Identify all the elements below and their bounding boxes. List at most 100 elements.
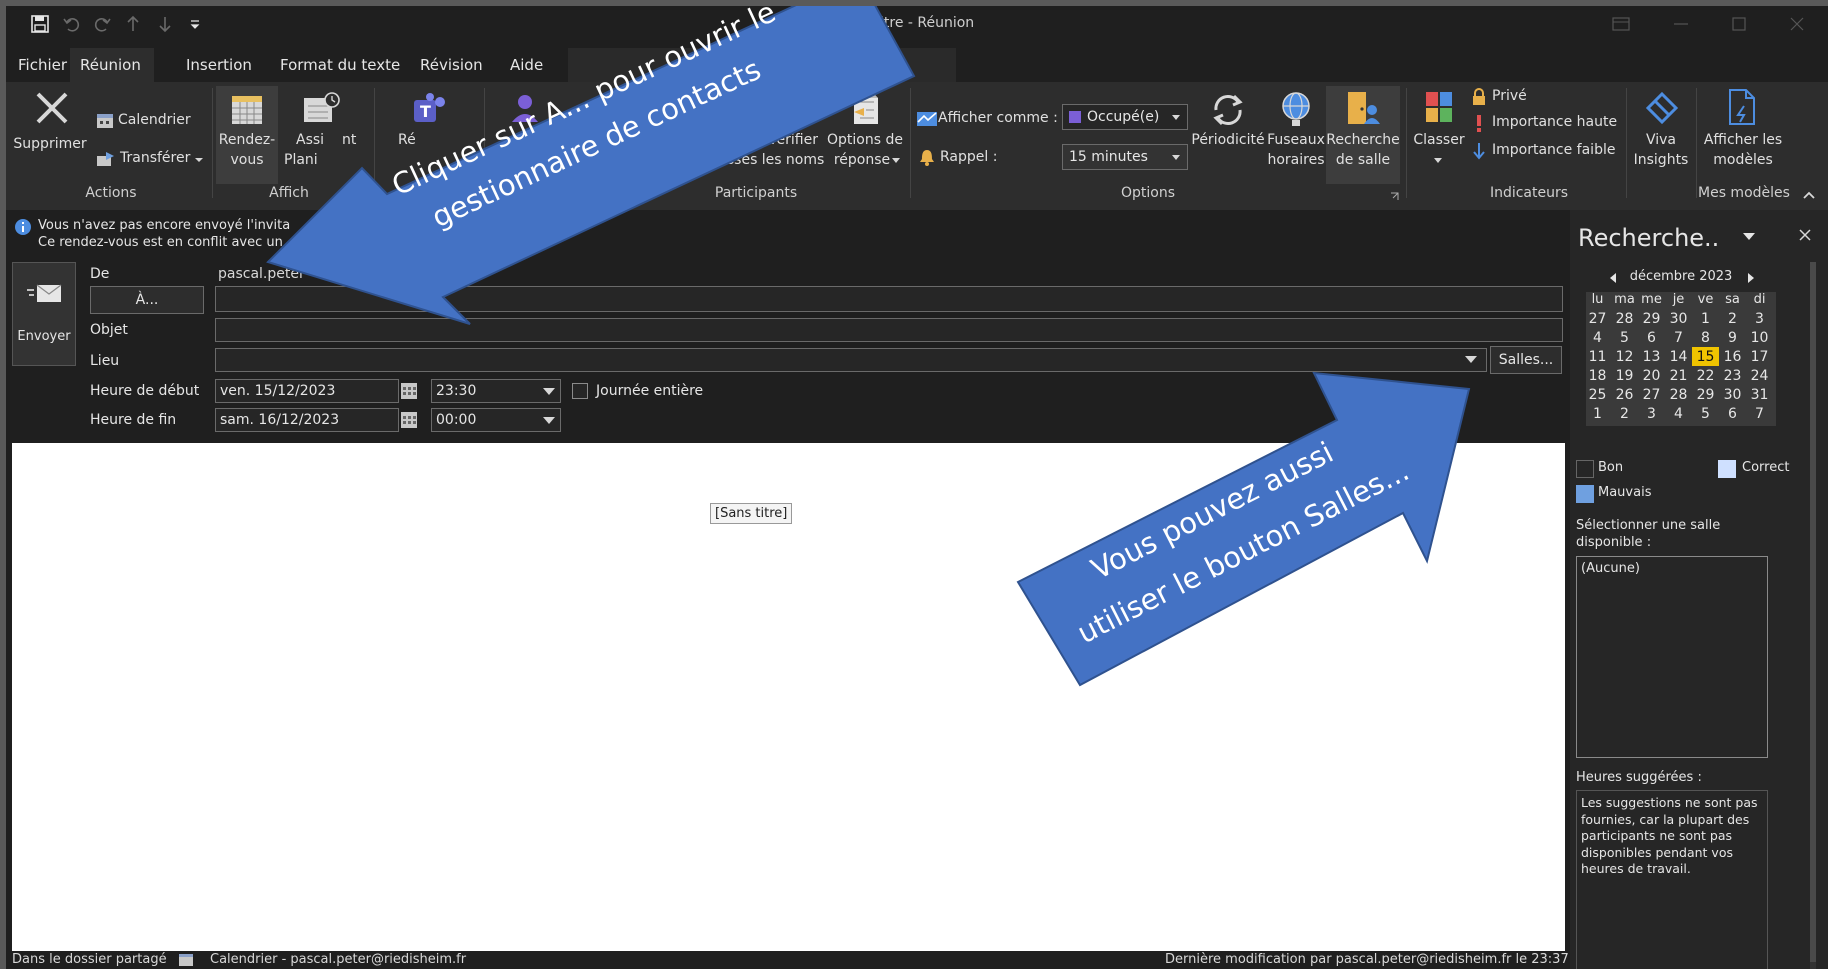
tab-format-du-texte[interactable]: Format du texte bbox=[270, 48, 410, 82]
calendar-day[interactable]: 21 bbox=[1665, 366, 1692, 385]
tab-insertion[interactable]: Insertion bbox=[176, 48, 262, 82]
all-day-checkbox[interactable] bbox=[572, 383, 588, 399]
calendar-day[interactable]: 2 bbox=[1611, 404, 1638, 423]
calendar-day[interactable]: 20 bbox=[1638, 366, 1665, 385]
from-value[interactable]: pascal.peter bbox=[218, 266, 305, 282]
classify-button[interactable]: Classer bbox=[1410, 86, 1468, 184]
next-month-icon[interactable] bbox=[1746, 272, 1756, 284]
tab-revision[interactable]: Révision bbox=[410, 48, 493, 82]
calendar-day[interactable]: 9 bbox=[1719, 328, 1746, 347]
prev-month-icon[interactable] bbox=[1608, 272, 1618, 284]
show-as-select[interactable]: Occupé(e) bbox=[1062, 104, 1188, 130]
to-button[interactable]: À... bbox=[90, 286, 204, 314]
calendar-day[interactable]: 3 bbox=[1638, 404, 1665, 423]
calendar-day[interactable]: 26 bbox=[1611, 385, 1638, 404]
subject-field[interactable] bbox=[215, 318, 1563, 342]
show-templates-button[interactable]: Afficher les modèles bbox=[1700, 86, 1786, 184]
calendar-day[interactable]: 28 bbox=[1665, 385, 1692, 404]
end-date-picker-icon[interactable] bbox=[400, 411, 418, 429]
minimize-icon[interactable] bbox=[1672, 16, 1690, 32]
close-window-icon[interactable] bbox=[1788, 16, 1806, 32]
calendar-day[interactable]: 24 bbox=[1746, 366, 1773, 385]
appointment-view-button[interactable]: Rendez- vous bbox=[216, 86, 278, 184]
pane-scrollbar[interactable] bbox=[1810, 262, 1816, 969]
calendar-day[interactable]: 31 bbox=[1746, 385, 1773, 404]
location-dropdown-icon[interactable] bbox=[1464, 355, 1478, 365]
room-list[interactable]: (Aucune) bbox=[1576, 556, 1768, 758]
calendar-day[interactable]: 7 bbox=[1665, 328, 1692, 347]
time-zones-button[interactable]: Fuseaux horaires bbox=[1266, 86, 1326, 184]
high-importance-button[interactable]: Importance haute bbox=[1470, 112, 1622, 134]
calendar-day[interactable]: 30 bbox=[1719, 385, 1746, 404]
calendar-day[interactable]: 27 bbox=[1584, 309, 1611, 328]
calendar-day[interactable]: 18 bbox=[1584, 366, 1611, 385]
redo-icon[interactable] bbox=[92, 14, 112, 34]
ribbon-display-icon[interactable] bbox=[1612, 16, 1630, 32]
calendar-day[interactable]: 25 bbox=[1584, 385, 1611, 404]
arrow-down-icon[interactable] bbox=[156, 14, 174, 34]
calendar-day[interactable]: 10 bbox=[1746, 328, 1773, 347]
response-options-button[interactable]: Options de réponse bbox=[826, 86, 904, 184]
calendar-day[interactable]: 8 bbox=[1692, 328, 1719, 347]
calendar-day[interactable]: 13 bbox=[1638, 347, 1665, 366]
calendar-day[interactable]: 6 bbox=[1719, 404, 1746, 423]
end-time-select[interactable]: 00:00 bbox=[431, 408, 561, 432]
collapse-ribbon-icon[interactable] bbox=[1802, 190, 1816, 200]
reminder-select[interactable]: 15 minutes bbox=[1062, 144, 1188, 170]
customize-toolbar-icon[interactable] bbox=[188, 16, 202, 32]
calendar-day[interactable]: 4 bbox=[1665, 404, 1692, 423]
location-field[interactable] bbox=[215, 348, 1487, 372]
calendar-day[interactable]: 29 bbox=[1692, 385, 1719, 404]
calendar-day[interactable]: 11 bbox=[1584, 347, 1611, 366]
room-finder-button[interactable]: Recherche de salle bbox=[1326, 86, 1400, 184]
pane-menu-chevron-icon[interactable] bbox=[1742, 232, 1756, 242]
maximize-icon[interactable] bbox=[1730, 16, 1748, 32]
calendar-day[interactable]: 28 bbox=[1611, 309, 1638, 328]
calendar-day[interactable]: 6 bbox=[1638, 328, 1665, 347]
calendar-day[interactable]: 3 bbox=[1746, 309, 1773, 328]
calendar-day[interactable]: 19 bbox=[1611, 366, 1638, 385]
calendar-day[interactable]: 27 bbox=[1638, 385, 1665, 404]
room-list-item[interactable]: (Aucune) bbox=[1581, 561, 1640, 576]
calendar-day[interactable]: 16 bbox=[1719, 347, 1746, 366]
tab-reunion[interactable]: Réunion bbox=[70, 48, 154, 82]
calendar-day[interactable]: 2 bbox=[1719, 309, 1746, 328]
tab-fichier[interactable]: Fichier bbox=[8, 48, 77, 82]
check-names-button[interactable]: @ Vérifier les noms bbox=[760, 86, 826, 184]
start-date-field[interactable]: ven. 15/12/2023 bbox=[215, 379, 399, 403]
save-icon[interactable] bbox=[30, 14, 50, 34]
calendar-day[interactable]: 22 bbox=[1692, 366, 1719, 385]
calendar-day[interactable]: 5 bbox=[1611, 328, 1638, 347]
to-field[interactable] bbox=[215, 286, 1563, 312]
arrow-up-icon[interactable] bbox=[124, 14, 142, 34]
tell-me-search-box[interactable] bbox=[568, 48, 956, 82]
calendar-day[interactable]: 1 bbox=[1692, 309, 1719, 328]
send-button[interactable]: Envoyer bbox=[12, 262, 76, 366]
calendar-day[interactable]: 14 bbox=[1665, 347, 1692, 366]
cancel-invitation-button[interactable]: ation bbox=[492, 86, 667, 184]
teams-meeting-button[interactable]: T Ré bbox=[384, 86, 474, 184]
calendar-day[interactable]: 23 bbox=[1719, 366, 1746, 385]
calendar-day[interactable]: 17 bbox=[1746, 347, 1773, 366]
tab-aide[interactable]: Aide bbox=[500, 48, 553, 82]
calendar-day[interactable]: 1 bbox=[1584, 404, 1611, 423]
calendar-day[interactable]: 7 bbox=[1746, 404, 1773, 423]
end-date-field[interactable]: sam. 16/12/2023 bbox=[215, 408, 399, 432]
calendar-day-today[interactable]: 15 bbox=[1692, 347, 1719, 366]
recurrence-button[interactable]: Périodicité bbox=[1190, 86, 1266, 184]
address-book-button[interactable]: Carnet d'adresses bbox=[682, 86, 758, 184]
scheduling-assistant-button[interactable]: Assi nt Plani bbox=[280, 86, 360, 184]
undo-icon[interactable] bbox=[62, 14, 82, 34]
start-time-select[interactable]: 23:30 bbox=[431, 379, 561, 403]
calendar-day[interactable]: 4 bbox=[1584, 328, 1611, 347]
dialog-launcher-icon[interactable] bbox=[1390, 192, 1400, 202]
message-body-editor[interactable]: [Sans titre] bbox=[12, 443, 1565, 951]
viva-insights-button[interactable]: Viva Insights bbox=[1630, 86, 1692, 184]
rooms-button[interactable]: Salles... bbox=[1490, 346, 1562, 374]
pane-scrollbar-thumb[interactable] bbox=[1810, 262, 1816, 962]
private-button[interactable]: Privé bbox=[1470, 86, 1622, 108]
delete-button[interactable]: Supprimer bbox=[10, 86, 90, 172]
calendar-day[interactable]: 30 bbox=[1665, 309, 1692, 328]
calendar-day[interactable]: 29 bbox=[1638, 309, 1665, 328]
calendar-day[interactable]: 12 bbox=[1611, 347, 1638, 366]
